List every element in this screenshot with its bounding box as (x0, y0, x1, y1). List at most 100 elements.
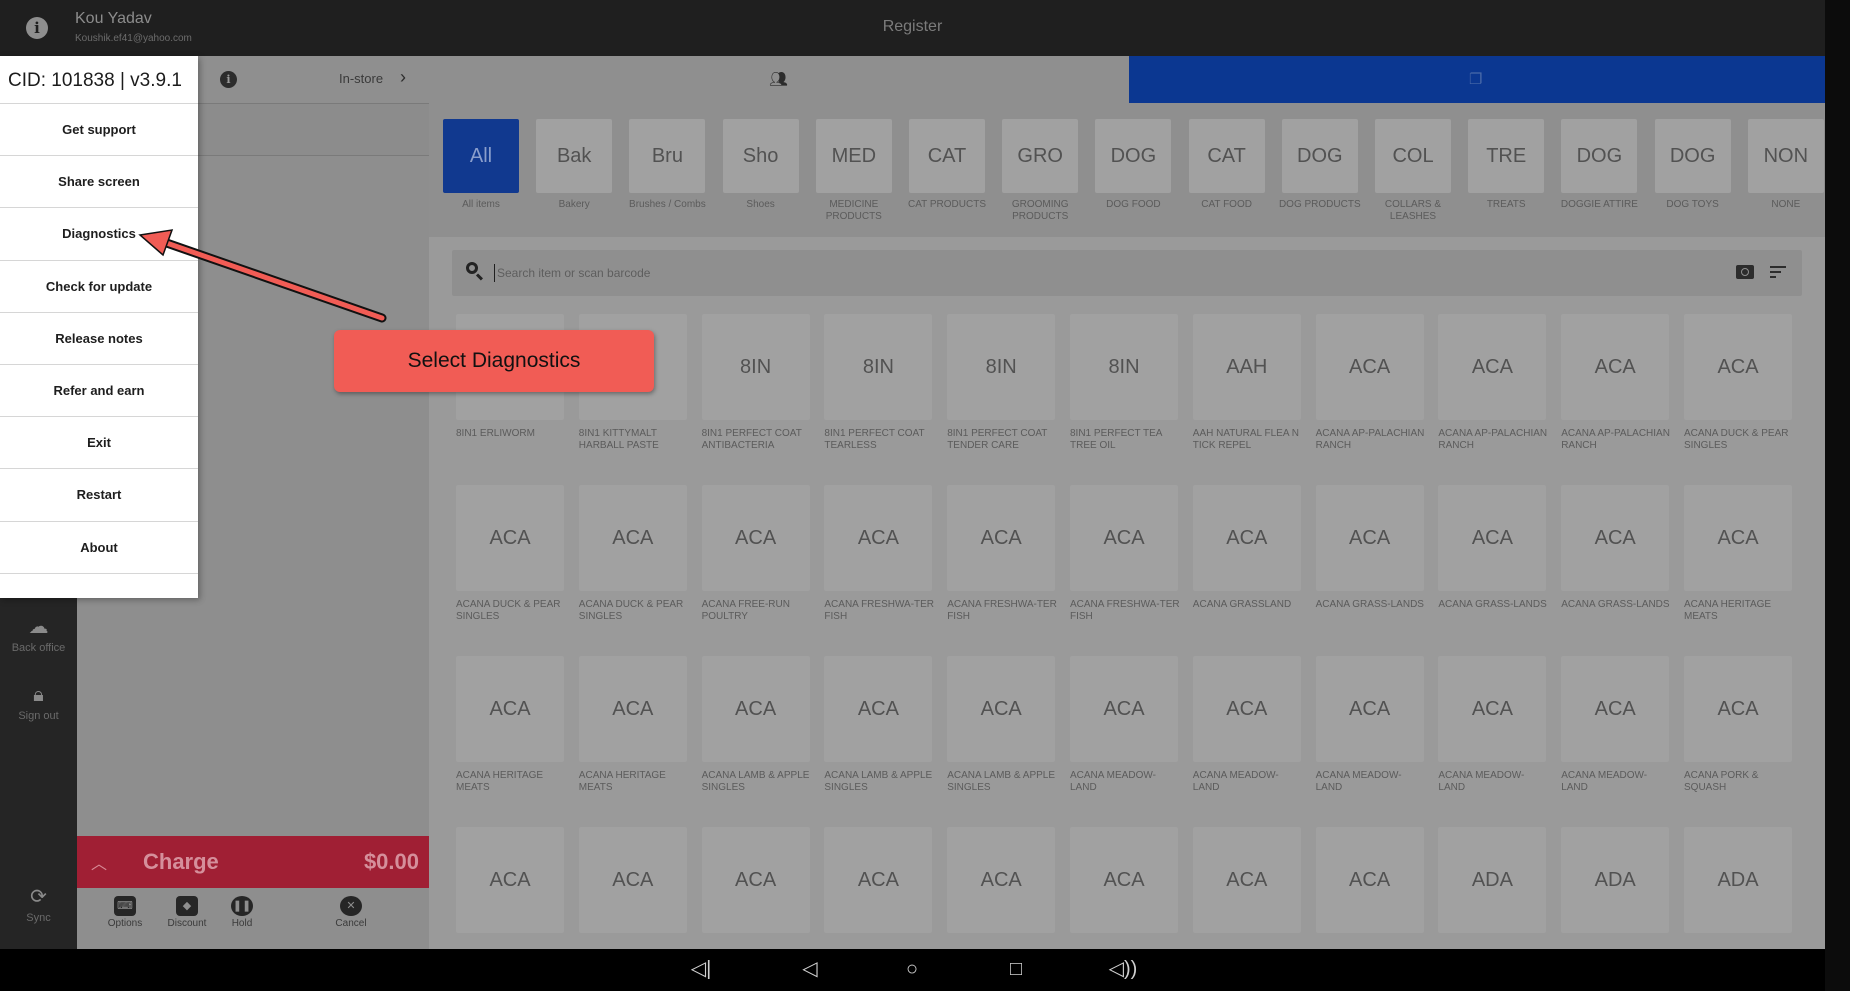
menu-item-diagnostics[interactable]: Diagnostics (0, 208, 198, 261)
item-name: ACANA GRASS-LANDS (1438, 599, 1547, 610)
item-tile[interactable]: ACA (947, 827, 1059, 941)
item-tile[interactable]: ACA ACANA AP-PALACHIAN RANCH (1315, 314, 1428, 452)
charge-button[interactable]: ︿ Charge $0.00 (77, 836, 429, 888)
item-tile[interactable]: ACA ACANA DUCK & PEAR SINGLES (456, 485, 568, 623)
item-tile[interactable]: ADA (1438, 827, 1550, 941)
item-tile[interactable]: ACA (456, 827, 568, 941)
cloud-icon: ☁ (28, 616, 49, 638)
item-tile[interactable]: ACA ACANA DUCK & PEAR SINGLES (578, 485, 691, 623)
item-tile[interactable]: ACA ACANA FREE-RUN POULTRY (701, 485, 814, 623)
item-tile[interactable]: ACA ACANA MEADOW-LAND (1561, 656, 1673, 794)
item-tile[interactable]: ACA ACANA LAMB & APPLE SINGLES (701, 656, 814, 794)
tab-customers[interactable]: 👥︎ (429, 56, 1129, 103)
item-tile[interactable]: ACA (1070, 827, 1182, 941)
category-tile[interactable]: DOG DOG TOYS (1649, 119, 1737, 211)
cancel-button[interactable]: ✕ Cancel (321, 896, 381, 929)
sync-button[interactable]: ⟳ Sync (0, 886, 77, 924)
item-tile[interactable]: ACA ACANA HERITAGE MEATS (1684, 485, 1796, 623)
menu-item-get-support[interactable]: Get support (0, 104, 198, 157)
category-tile[interactable]: Bak Bakery (530, 119, 618, 211)
item-tile[interactable]: ACA ACANA LAMB & APPLE SINGLES (947, 656, 1059, 794)
item-tile[interactable]: ACA ACANA AP-PALACHIAN RANCH (1561, 314, 1673, 452)
item-tile[interactable]: ACA ACANA PORK & SQUASH (1684, 656, 1796, 794)
options-button[interactable]: ⌨ Options (95, 896, 155, 929)
hold-button[interactable]: ❚❚ Hold (212, 896, 272, 929)
category-tile[interactable]: DOG DOG FOOD (1089, 119, 1177, 211)
item-tile[interactable]: ACA ACANA DUCK & PEAR SINGLES (1684, 314, 1796, 452)
category-tile[interactable]: TRE TREATS (1462, 119, 1550, 211)
dining-mode-label[interactable]: In-store (339, 71, 383, 86)
chevron-up-icon[interactable]: ︿ (91, 850, 107, 874)
sync-label: Sync (26, 912, 51, 924)
item-tile[interactable]: 8IN 8IN1 PERFECT COAT TEARLESS (824, 314, 936, 452)
menu-item-about[interactable]: About (0, 522, 198, 574)
item-tile[interactable]: ACA (824, 827, 936, 941)
item-tile[interactable]: ACA ACANA GRASS-LANDS (1315, 485, 1428, 611)
item-tile[interactable]: ACA (1315, 827, 1428, 941)
category-tile[interactable]: CAT CAT FOOD (1183, 119, 1271, 211)
item-code: ACA (578, 827, 687, 933)
cancel-label: Cancel (335, 918, 367, 929)
item-name: ACANA DUCK & PEAR SINGLES (578, 599, 684, 622)
item-tile[interactable]: ACA ACANA MEADOW-LAND (1192, 656, 1305, 794)
home-icon[interactable]: ○ (897, 957, 927, 981)
category-tile[interactable]: COL COLLARS & LEASHES (1369, 119, 1457, 223)
item-tile[interactable]: ACA ACANA FRESHWA-TER FISH (1070, 485, 1182, 623)
item-tile[interactable]: ACA ACANA GRASSLAND (1192, 485, 1305, 611)
item-tile[interactable]: 8IN 8IN1 PERFECT COAT TENDER CARE (947, 314, 1059, 452)
item-tile[interactable]: ACA ACANA GRASS-LANDS (1561, 485, 1673, 611)
recents-icon[interactable]: □ (1001, 957, 1031, 981)
menu-item-check-for-update[interactable]: Check for update (0, 261, 198, 313)
chevron-right-icon[interactable]: › (400, 67, 406, 88)
item-tile[interactable]: ACA (701, 827, 814, 941)
camera-icon[interactable] (1736, 265, 1754, 279)
item-name: ACANA AP-PALACHIAN RANCH (1438, 428, 1548, 451)
discount-button[interactable]: ◆ Discount (157, 896, 217, 929)
item-tile[interactable]: ACA ACANA FRESHWA-TER FISH (824, 485, 936, 623)
category-tile[interactable]: DOG DOG PRODUCTS (1276, 119, 1364, 211)
menu-item-exit[interactable]: Exit (0, 417, 198, 470)
item-tile[interactable]: ACA ACANA MEADOW-LAND (1315, 656, 1428, 794)
item-tile[interactable]: 8IN 8IN1 PERFECT TEA TREE OIL (1070, 314, 1182, 452)
item-tile[interactable]: ACA ACANA MEADOW-LAND (1438, 656, 1550, 794)
item-tile[interactable]: ACA (1192, 827, 1305, 941)
sort-icon[interactable] (1770, 266, 1786, 281)
item-code: ACA (1684, 485, 1792, 591)
volume-down-icon[interactable]: ◁| (686, 957, 716, 981)
category-tile[interactable]: DOG DOGGIE ATTIRE (1555, 119, 1643, 211)
item-tile[interactable]: ADA (1684, 827, 1796, 941)
category-code: DOG (1095, 119, 1172, 193)
category-tile[interactable]: Sho Shoes (717, 119, 805, 211)
menu-item-restart[interactable]: Restart (0, 469, 198, 522)
item-tile[interactable]: ACA ACANA HERITAGE MEATS (456, 656, 568, 794)
item-tile[interactable]: ADA (1561, 827, 1673, 941)
item-tile[interactable]: ACA ACANA LAMB & APPLE SINGLES (824, 656, 936, 794)
category-tile[interactable]: GRO GROOMING PRODUCTS (996, 119, 1084, 223)
sign-out-button[interactable]: 🔒︎ Sign out (0, 684, 77, 722)
item-tile[interactable]: ACA (578, 827, 691, 941)
ticket-actions: ⌨ Options ◆ Discount ❚❚ Hold ✕ Cancel (77, 888, 429, 949)
ticket-info-icon[interactable]: i (220, 71, 237, 88)
menu-item-refer-and-earn[interactable]: Refer and earn (0, 365, 198, 418)
item-tile[interactable]: ACA ACANA MEADOW-LAND (1070, 656, 1182, 794)
item-tile[interactable]: ACA ACANA GRASS-LANDS (1438, 485, 1550, 611)
category-code: CAT (1188, 119, 1265, 193)
item-code: ACA (578, 485, 687, 591)
back-office-button[interactable]: ☁ Back office (0, 616, 77, 654)
back-icon[interactable]: ◁ (795, 957, 825, 981)
menu-item-release-notes[interactable]: Release notes (0, 313, 198, 365)
category-tile[interactable]: CAT CAT PRODUCTS (903, 119, 991, 211)
item-tile[interactable]: ACA ACANA HERITAGE MEATS (578, 656, 691, 794)
category-tile[interactable]: Bru Brushes / Combs (623, 119, 711, 211)
item-tile[interactable]: 8IN 8IN1 PERFECT COAT ANTIBACTERIA (701, 314, 814, 452)
category-tile[interactable]: All All items (437, 119, 525, 211)
volume-up-icon[interactable]: ◁)) (1108, 957, 1138, 981)
item-tile[interactable]: ACA ACANA FRESHWA-TER FISH (947, 485, 1059, 623)
menu-item-share-screen[interactable]: Share screen (0, 156, 198, 209)
item-tile[interactable]: AAH AAH NATURAL FLEA N TICK REPEL (1192, 314, 1305, 452)
category-tile[interactable]: MED MEDICINE PRODUCTS (810, 119, 898, 223)
item-tile[interactable]: ACA ACANA AP-PALACHIAN RANCH (1438, 314, 1550, 452)
search-input[interactable] (497, 260, 997, 286)
tab-library[interactable]: ❐ (1129, 56, 1825, 103)
category-tile[interactable]: NON NONE (1742, 119, 1825, 211)
